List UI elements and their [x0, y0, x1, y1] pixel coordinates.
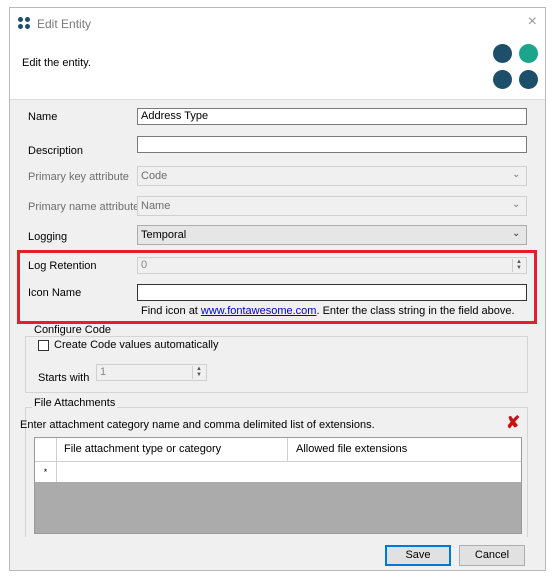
- delete-icon[interactable]: ✘: [506, 413, 520, 433]
- name-label: Name: [28, 111, 58, 123]
- icon-name-input[interactable]: [137, 284, 527, 301]
- logging-select[interactable]: Temporal ⌄: [137, 225, 527, 245]
- cancel-button[interactable]: Cancel: [459, 545, 525, 566]
- log-retention-label: Log Retention: [28, 260, 97, 272]
- icon-hint: Find icon at www.fontawesome.com. Enter …: [141, 305, 515, 317]
- column-header-extensions[interactable]: Allowed file extensions: [288, 438, 521, 461]
- chevron-down-icon: ⌄: [512, 228, 521, 239]
- logging-value: Temporal: [141, 229, 187, 241]
- save-button[interactable]: Save: [385, 545, 451, 566]
- primary-name-select[interactable]: Name ⌄: [137, 196, 527, 216]
- log-retention-value: 0: [141, 259, 148, 271]
- log-retention-spinner[interactable]: 0 ▲ ▼: [137, 257, 527, 274]
- description-label: Description: [28, 145, 84, 157]
- header-description: Edit the entity.: [22, 57, 91, 69]
- grid-corner: [35, 438, 57, 461]
- primary-key-label: Primary key attribute: [28, 171, 129, 183]
- description-input[interactable]: [137, 136, 527, 153]
- spinner-arrows-icon[interactable]: ▲ ▼: [192, 366, 205, 379]
- brand-logo-icon: [493, 44, 541, 92]
- primary-name-label: Primary name attribute: [28, 201, 140, 213]
- file-attachments-title: File Attachments: [32, 397, 118, 409]
- configure-code-title: Configure Code: [32, 324, 114, 336]
- new-row-cell[interactable]: [56, 462, 521, 482]
- window-title: Edit Entity: [37, 17, 92, 31]
- starts-with-spinner[interactable]: 1 ▲ ▼: [96, 364, 207, 381]
- close-icon[interactable]: ×: [528, 13, 537, 31]
- name-input[interactable]: Address Type: [137, 108, 527, 125]
- attachments-instructions: Enter attachment category name and comma…: [20, 419, 375, 431]
- table-row[interactable]: *: [35, 462, 521, 482]
- auto-code-checkbox[interactable]: [38, 340, 49, 351]
- edit-entity-dialog: Edit Entity × Edit the entity. Name Addr…: [9, 7, 546, 571]
- spinner-arrows-icon[interactable]: ▲ ▼: [512, 259, 525, 272]
- grid-header: File attachment type or category Allowed…: [35, 438, 521, 462]
- primary-key-value: Code: [141, 170, 168, 182]
- primary-key-select[interactable]: Code ⌄: [137, 166, 527, 186]
- starts-with-label: Starts with: [38, 372, 90, 384]
- new-row-marker: *: [35, 462, 57, 482]
- chevron-down-icon: ⌄: [512, 199, 521, 210]
- hint-prefix: Find icon at: [141, 305, 201, 317]
- attachments-grid: File attachment type or category Allowed…: [34, 437, 522, 534]
- starts-with-value: 1: [100, 366, 107, 378]
- chevron-down-icon: ⌄: [512, 169, 521, 180]
- primary-name-value: Name: [141, 200, 171, 212]
- app-icon: [18, 17, 30, 29]
- auto-code-label: Create Code values automatically: [54, 339, 219, 351]
- title-bar: Edit Entity ×: [10, 8, 545, 39]
- dialog-header: Edit the entity.: [10, 39, 545, 100]
- hint-suffix: . Enter the class string in the field ab…: [316, 305, 515, 317]
- logging-label: Logging: [28, 231, 68, 243]
- icon-name-label: Icon Name: [28, 287, 82, 299]
- column-header-category[interactable]: File attachment type or category: [56, 438, 288, 461]
- fontawesome-link[interactable]: www.fontawesome.com: [201, 305, 317, 317]
